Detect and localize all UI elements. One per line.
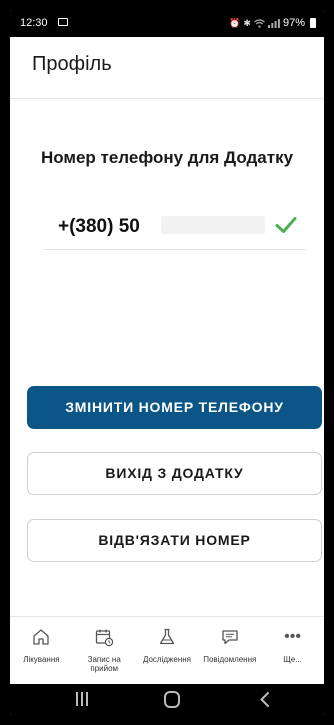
nav-item-appointment[interactable]: Запис на прийом bbox=[73, 617, 136, 684]
nav-item-messages[interactable]: Повідомлення bbox=[198, 617, 261, 684]
phone-section-title: Номер телефону для Додатку bbox=[40, 148, 294, 167]
phone-screen: 12:30 ⏰ ✱ 97% Профіль Номер телефону для… bbox=[10, 10, 324, 715]
home-icon bbox=[33, 629, 50, 645]
nav-item-treatment[interactable]: Лікування bbox=[10, 617, 73, 684]
nav-item-research[interactable]: Дослідження bbox=[136, 617, 199, 684]
nav-label-appointment: Запис на прийом bbox=[87, 655, 121, 673]
change-number-button[interactable]: ЗМІНИТИ НОМЕР ТЕЛЕФОНУ bbox=[27, 386, 322, 429]
nav-label-treatment: Лікування bbox=[23, 655, 60, 664]
recent-apps-icon[interactable] bbox=[76, 692, 88, 706]
bottom-navigation: Лікування Запис на прийом Дослідження По… bbox=[10, 616, 324, 684]
gallery-icon bbox=[58, 18, 68, 26]
nav-label-more: Ще... bbox=[283, 655, 302, 664]
calendar-clock-icon bbox=[96, 629, 114, 647]
flask-icon bbox=[159, 628, 175, 645]
nav-label-research: Дослідження bbox=[142, 655, 192, 664]
phone-number-hidden-digits bbox=[161, 216, 265, 234]
exit-app-button[interactable]: ВИХІД З ДОДАТКУ bbox=[27, 452, 322, 495]
nav-label-messages: Повідомлення bbox=[203, 655, 257, 664]
chat-icon bbox=[222, 630, 238, 645]
battery-icon bbox=[310, 18, 316, 28]
phone-number-field: +(380) 50 bbox=[44, 206, 306, 250]
battery-percent: 97% bbox=[282, 17, 305, 29]
status-bar: 12:30 ⏰ ✱ 97% bbox=[10, 10, 324, 37]
signal-icon bbox=[267, 18, 280, 28]
page-title: Профіль bbox=[32, 53, 112, 75]
status-time: 12:30 bbox=[20, 17, 48, 29]
system-navigation-bar bbox=[10, 684, 324, 715]
more-icon: ••• bbox=[284, 628, 301, 645]
alarm-icon: ⏰ bbox=[229, 17, 241, 28]
check-icon bbox=[275, 217, 297, 233]
bluetooth-icon: ✱ bbox=[243, 17, 251, 28]
wifi-icon bbox=[254, 18, 265, 28]
phone-number-prefix: +(380) 50 bbox=[58, 216, 140, 237]
back-icon[interactable] bbox=[258, 691, 272, 708]
nav-item-more[interactable]: ••• Ще... bbox=[261, 617, 324, 684]
app-bar: Профіль bbox=[10, 37, 324, 99]
home-button-icon[interactable] bbox=[164, 691, 180, 708]
unlink-number-button[interactable]: ВІДВ'ЯЗАТИ НОМЕР bbox=[27, 519, 322, 562]
status-icons: ⏰ ✱ 97% bbox=[229, 17, 316, 29]
